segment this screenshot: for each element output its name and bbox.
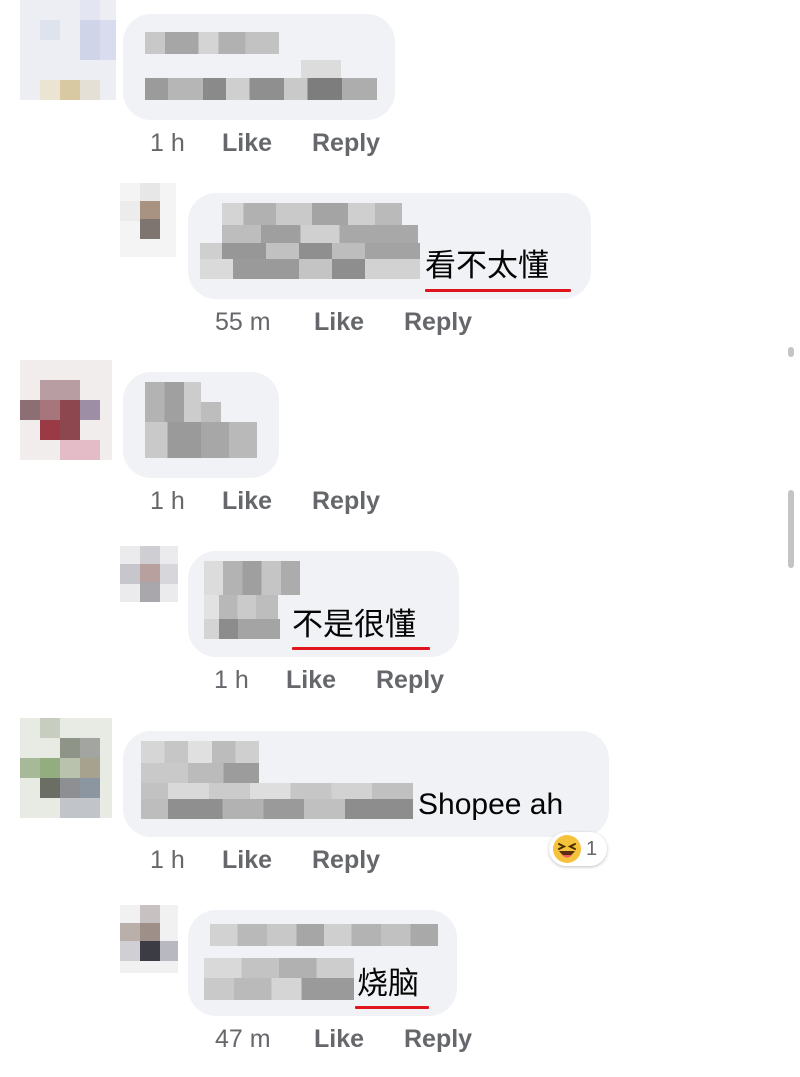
blurred-text (222, 203, 402, 225)
blurred-text (201, 402, 221, 422)
comment-bubble[interactable]: 看不太懂 (188, 193, 591, 299)
comment-bubble[interactable]: 不是很懂 (188, 551, 459, 657)
reply-button[interactable]: Reply (404, 307, 472, 337)
like-button[interactable]: Like (222, 845, 272, 875)
like-button[interactable]: Like (222, 128, 272, 158)
reply-button[interactable]: Reply (312, 845, 380, 875)
blurred-text (145, 32, 279, 54)
comment-text: 看不太懂 (425, 248, 549, 283)
red-underline (425, 289, 571, 292)
reaction-summary[interactable]: 1 (549, 832, 607, 866)
haha-reaction-icon (553, 835, 581, 863)
scrollbar-thumb[interactable] (788, 490, 794, 568)
avatar[interactable] (120, 546, 178, 602)
comment-meta: 55 m Like Reply (215, 307, 515, 337)
blurred-text (204, 958, 354, 978)
avatar[interactable] (20, 0, 116, 100)
reply-button[interactable]: Reply (312, 486, 380, 516)
comment-meta: 1 h Like Reply (150, 128, 450, 158)
blurred-text (222, 225, 418, 243)
comment-meta: 1 h Like Reply (214, 665, 514, 695)
blurred-text (204, 561, 300, 595)
red-underline (292, 647, 430, 650)
comment-bubble[interactable]: Shopee ah (123, 731, 609, 837)
comment-text: Shopee ah (418, 788, 564, 821)
like-button[interactable]: Like (286, 665, 336, 695)
comment-meta: 1 h Like Reply (150, 486, 450, 516)
avatar[interactable] (20, 360, 112, 460)
comment-meta: 1 h Like Reply (150, 845, 450, 875)
blurred-text (141, 741, 259, 763)
blurred-text (204, 595, 278, 619)
like-button[interactable]: Like (222, 486, 272, 516)
avatar[interactable] (120, 905, 178, 973)
comment-text: 不是很懂 (292, 607, 416, 642)
blurred-text (141, 799, 413, 819)
comment-bubble[interactable]: 烧脑 (188, 910, 457, 1016)
comment-bubble[interactable] (123, 14, 395, 120)
blurred-text (145, 382, 201, 422)
comment-text: 烧脑 (357, 966, 419, 1001)
red-underline (355, 1006, 429, 1009)
reply-button[interactable]: Reply (376, 665, 444, 695)
blurred-text (204, 978, 354, 1000)
comment-bubble[interactable] (123, 372, 279, 478)
timestamp[interactable]: 55 m (215, 307, 271, 337)
blurred-text (210, 924, 438, 946)
scrollbar-indicator-small[interactable] (788, 347, 794, 357)
blurred-text (200, 259, 420, 279)
timestamp[interactable]: 47 m (215, 1024, 271, 1054)
comment-meta: 47 m Like Reply (215, 1024, 515, 1054)
like-button[interactable]: Like (314, 1024, 364, 1054)
avatar[interactable] (20, 718, 112, 818)
blurred-text (141, 763, 259, 783)
timestamp[interactable]: 1 h (214, 665, 249, 695)
like-button[interactable]: Like (314, 307, 364, 337)
blurred-text (301, 60, 341, 78)
avatar[interactable] (120, 183, 176, 257)
reaction-count: 1 (586, 837, 598, 860)
blurred-text (204, 619, 280, 639)
timestamp[interactable]: 1 h (150, 128, 185, 158)
blurred-text (145, 422, 257, 458)
reply-button[interactable]: Reply (404, 1024, 472, 1054)
blurred-text (145, 78, 377, 100)
timestamp[interactable]: 1 h (150, 486, 185, 516)
timestamp[interactable]: 1 h (150, 845, 185, 875)
reply-button[interactable]: Reply (312, 128, 380, 158)
